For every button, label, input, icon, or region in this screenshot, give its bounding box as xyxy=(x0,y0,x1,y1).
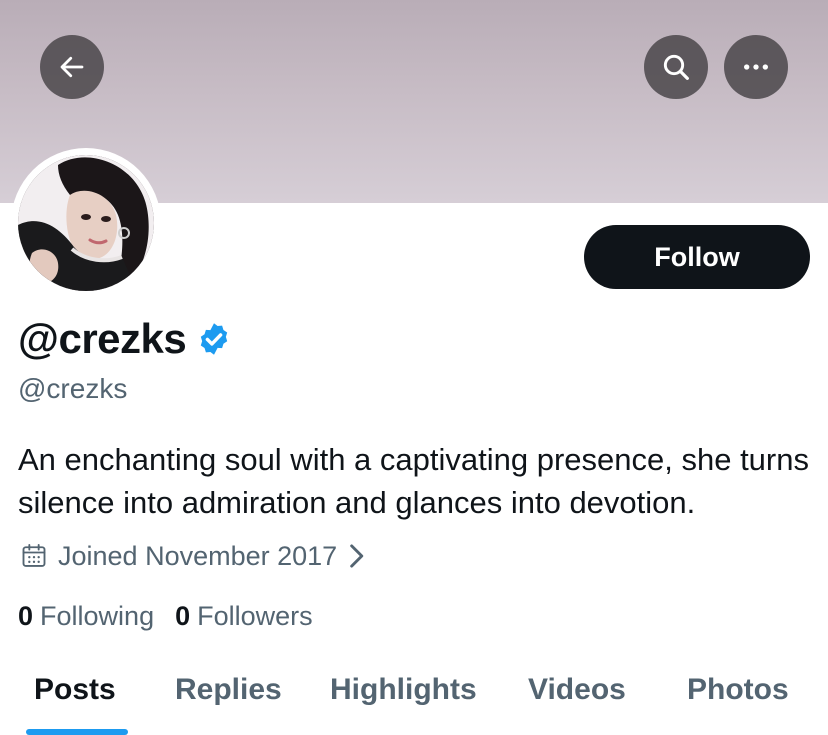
profile-tabs: Posts Replies Highlights Videos Photos xyxy=(0,660,828,735)
followers-label: Followers xyxy=(197,600,313,631)
tab-highlights[interactable]: Highlights xyxy=(330,673,477,707)
chevron-right-icon xyxy=(350,544,364,568)
followers-count: 0 xyxy=(175,600,191,631)
following-label: Following xyxy=(40,600,155,631)
handle: @crezks xyxy=(18,373,128,404)
follow-stats: 0 Following 0 Followers xyxy=(18,598,313,634)
following-count: 0 xyxy=(18,600,34,631)
display-name-row: @crezks xyxy=(18,313,232,365)
search-icon xyxy=(663,54,689,80)
display-name: @crezks xyxy=(18,315,187,362)
tab-replies[interactable]: Replies xyxy=(175,673,282,707)
search-button[interactable] xyxy=(644,35,708,99)
bio: An enchanting soul with a captivating pr… xyxy=(18,442,809,520)
avatar[interactable] xyxy=(18,155,154,291)
joined-date: Joined November 2017 xyxy=(58,540,338,571)
tab-photos[interactable]: Photos xyxy=(687,673,789,707)
back-button[interactable] xyxy=(40,35,104,99)
verified-badge-icon[interactable] xyxy=(196,321,232,357)
more-horizontal-icon xyxy=(744,64,768,70)
more-button[interactable] xyxy=(724,35,788,99)
active-tab-indicator xyxy=(26,729,128,735)
following-stat[interactable]: 0 Following xyxy=(18,601,154,632)
avatar-photo xyxy=(18,155,154,291)
follow-button[interactable]: Follow xyxy=(584,225,810,289)
joined-date-row[interactable]: Joined November 2017 xyxy=(20,538,365,574)
arrow-left-icon xyxy=(60,56,84,78)
calendar-icon xyxy=(22,543,46,567)
followers-stat[interactable]: 0 Followers xyxy=(175,601,313,632)
tab-videos[interactable]: Videos xyxy=(528,673,626,707)
tab-posts[interactable]: Posts xyxy=(34,673,116,707)
